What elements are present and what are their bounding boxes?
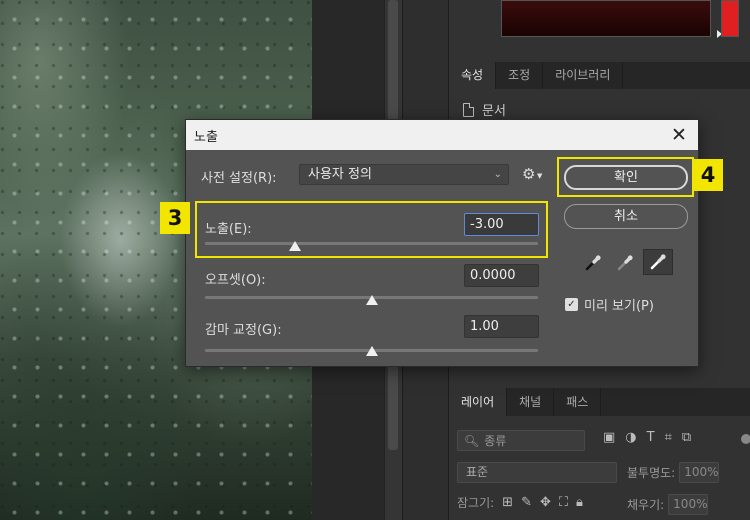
lock-artboard-icon[interactable]: ⛶	[559, 495, 568, 510]
search-icon: 🔍︎	[464, 433, 480, 448]
hue-slider[interactable]	[721, 0, 739, 37]
tab-layers[interactable]: 레이어	[449, 388, 508, 416]
offset-input[interactable]: 0.0000	[464, 264, 539, 287]
preset-value: 사용자 정의	[308, 167, 372, 182]
layer-filter-placeholder: 종류	[484, 434, 507, 448]
offset-label: 오프셋(O):	[205, 273, 266, 288]
lock-brush-icon[interactable]: ✎	[521, 495, 532, 510]
gamma-slider-thumb[interactable]	[365, 346, 378, 356]
dialog-title: 노출	[194, 129, 218, 145]
blend-mode-select[interactable]: 표준	[457, 462, 617, 483]
opacity-row: 불투명도: 100%	[627, 462, 720, 483]
opacity-input[interactable]: 100%	[679, 462, 720, 483]
lock-transparent-icon[interactable]: ⊞	[502, 495, 513, 510]
fill-input[interactable]: 100%	[668, 494, 709, 515]
white-point-eyedropper-icon[interactable]	[643, 249, 673, 275]
lock-move-icon[interactable]: ✥	[540, 495, 551, 510]
tab-channels[interactable]: 채널	[507, 388, 555, 416]
tab-properties[interactable]: 속성	[449, 62, 497, 89]
close-icon[interactable]: ✕	[660, 120, 698, 150]
preview-checkbox-row[interactable]: ✓ 미리 보기(P)	[565, 295, 654, 314]
properties-tabs: 속성 조정 라이브러리	[449, 62, 750, 89]
gray-point-eyedropper-icon[interactable]	[610, 250, 640, 276]
cancel-button[interactable]: 취소	[564, 204, 688, 229]
layers-tabs: 레이어 채널 패스	[449, 388, 750, 416]
layer-filter-search[interactable]: 🔍︎ 종류	[457, 430, 585, 451]
document-label: 문서	[482, 104, 506, 119]
layer-filter-icons: ▣ ◑ T ⌗ ⧉	[603, 430, 691, 445]
lock-label: 잠그기:	[457, 496, 495, 510]
type-filter-icon[interactable]: T	[647, 430, 655, 445]
adjustment-filter-icon[interactable]: ◑	[625, 430, 636, 445]
document-properties-row: 문서	[463, 100, 506, 119]
step4-highlight	[557, 157, 694, 197]
gear-menu-caret-icon: ▼	[537, 172, 543, 180]
preset-select[interactable]: 사용자 정의 ⌄	[299, 164, 509, 185]
color-picker-field[interactable]	[501, 0, 711, 37]
document-icon	[463, 102, 474, 117]
gamma-label: 감마 교정(G):	[205, 323, 282, 338]
opacity-label: 불투명도:	[627, 466, 676, 480]
tab-libraries[interactable]: 라이브러리	[543, 62, 624, 89]
gear-icon[interactable]: ⚙	[522, 165, 535, 183]
chevron-down-icon: ⌄	[493, 169, 502, 180]
tab-paths[interactable]: 패스	[554, 388, 602, 416]
pixel-filter-icon[interactable]: ▣	[603, 430, 615, 445]
preview-checkbox[interactable]: ✓	[565, 298, 578, 311]
lock-all-icon[interactable]: 🔒︎	[576, 495, 583, 510]
shape-filter-icon[interactable]: ⌗	[665, 430, 672, 445]
lock-row: 잠그기: ⊞ ✎ ✥ ⛶ 🔒︎	[457, 494, 583, 511]
fill-row: 채우기: 100%	[627, 494, 709, 515]
tab-adjustments[interactable]: 조정	[496, 62, 544, 89]
fill-label: 채우기:	[627, 498, 665, 512]
step3-highlight	[195, 201, 548, 258]
smart-object-filter-icon[interactable]: ⧉	[682, 430, 691, 445]
black-point-eyedropper-icon[interactable]	[578, 250, 608, 276]
dialog-titlebar: 노출 ✕	[186, 120, 698, 150]
filter-toggle-icon[interactable]	[741, 434, 750, 444]
step4-badge: 4	[693, 159, 723, 191]
offset-slider-thumb[interactable]	[365, 295, 378, 305]
gamma-input[interactable]: 1.00	[464, 315, 539, 338]
preview-label: 미리 보기(P)	[584, 299, 654, 314]
step3-badge: 3	[160, 202, 190, 234]
preset-label: 사전 설정(R):	[201, 171, 277, 186]
